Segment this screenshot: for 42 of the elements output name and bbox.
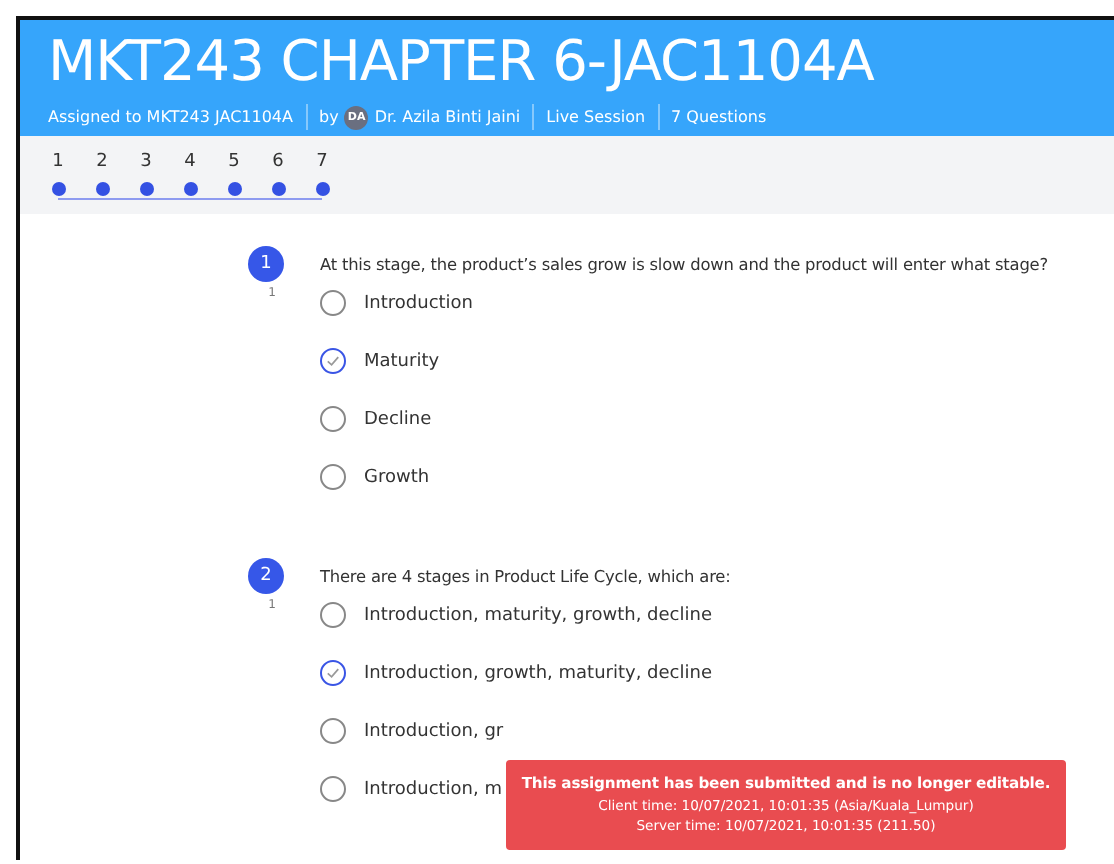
radio-button[interactable]	[320, 776, 346, 802]
question-number: 2	[248, 558, 284, 594]
radio-button[interactable]	[320, 718, 346, 744]
question-count: 7 Questions	[671, 108, 767, 126]
option-label: Introduction	[364, 293, 474, 313]
radio-button[interactable]	[320, 464, 346, 490]
radio-button[interactable]	[320, 406, 346, 432]
question-step[interactable]: 2	[80, 152, 124, 196]
option-label: Maturity	[364, 351, 440, 371]
radio-button[interactable]	[320, 290, 346, 316]
author-name: Dr. Azila Binti Jaini	[374, 108, 521, 126]
option-label: Introduction, gr	[364, 721, 504, 741]
check-icon	[326, 666, 340, 680]
option-label: Growth	[364, 467, 430, 487]
option-label: Introduction, m	[364, 779, 502, 799]
option-label: Introduction, growth, maturity, decline	[364, 663, 712, 683]
step-dot	[139, 182, 153, 196]
step-dot	[51, 182, 65, 196]
step-dot	[271, 182, 285, 196]
option-label: Decline	[364, 409, 432, 429]
check-icon	[326, 354, 340, 368]
option-label: Introduction, maturity, growth, decline	[364, 605, 712, 625]
question-text: At this stage, the product’s sales grow is slow down and the product will enter what stage?	[320, 254, 1050, 274]
question-step[interactable]: 1	[36, 152, 80, 196]
question-step[interactable]: 3	[124, 152, 168, 196]
assigned-label: Assigned to MKT243 JAC1104A	[48, 108, 293, 126]
session-label: Live Session	[546, 108, 646, 126]
page-title: MKT243 CHAPTER 6-JAC1104A	[48, 28, 876, 96]
question-step[interactable]: 7	[300, 152, 344, 196]
step-dot	[315, 182, 329, 196]
question-number: 1	[248, 246, 284, 282]
radio-button[interactable]	[320, 602, 346, 628]
question-text: There are 4 stages in Product Life Cycle, which are:	[320, 566, 733, 586]
question-step[interactable]: 4	[168, 152, 212, 196]
step-dot	[227, 182, 241, 196]
step-dot	[95, 182, 109, 196]
question-step[interactable]: 5	[212, 152, 256, 196]
question-step[interactable]: 6	[256, 152, 300, 196]
radio-button[interactable]	[320, 660, 346, 686]
step-dot	[183, 182, 197, 196]
by-label: by	[319, 108, 339, 126]
radio-button[interactable]	[320, 348, 346, 374]
